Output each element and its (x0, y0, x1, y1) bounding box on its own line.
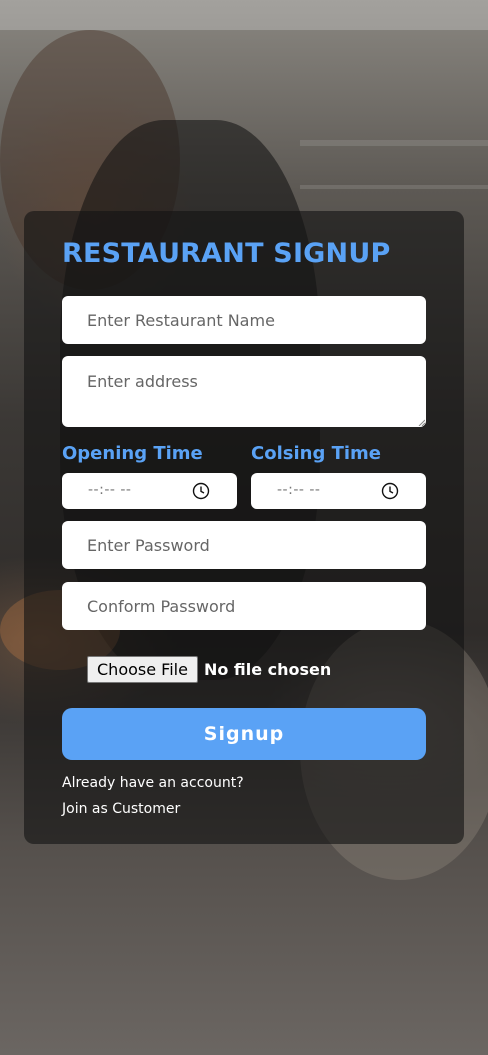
closing-time-label: Colsing Time (251, 443, 382, 464)
password-input[interactable]: Enter Password (62, 521, 426, 569)
file-status: No file chosen (203, 660, 332, 679)
opening-time-value: --:-- -- (88, 482, 132, 498)
page-title: RESTAURANT SIGNUP (62, 238, 391, 269)
file-upload: Choose File No file chosen (87, 656, 331, 683)
address-placeholder: Enter address (87, 372, 198, 391)
restaurant-name-input[interactable]: Enter Restaurant Name (62, 296, 426, 344)
clock-icon[interactable] (192, 482, 210, 500)
password-placeholder: Enter Password (87, 535, 210, 555)
resize-grip-icon[interactable] (418, 419, 425, 426)
login-prompt-link[interactable]: Already have an account? (62, 775, 244, 791)
closing-time-value: --:-- -- (277, 482, 321, 498)
closing-time-input[interactable]: --:-- -- (251, 473, 426, 509)
confirm-password-placeholder: Conform Password (87, 596, 236, 616)
choose-file-button[interactable]: Choose File (87, 656, 198, 683)
join-as-customer-link[interactable]: Join as Customer (62, 801, 180, 817)
address-textarea[interactable]: Enter address (62, 356, 426, 427)
opening-time-input[interactable]: --:-- -- (62, 473, 237, 509)
confirm-password-input[interactable]: Conform Password (62, 582, 426, 630)
clock-icon[interactable] (381, 482, 399, 500)
restaurant-name-placeholder: Enter Restaurant Name (87, 310, 275, 330)
opening-time-label: Opening Time (62, 443, 203, 464)
signup-button[interactable]: Signup (62, 708, 426, 760)
